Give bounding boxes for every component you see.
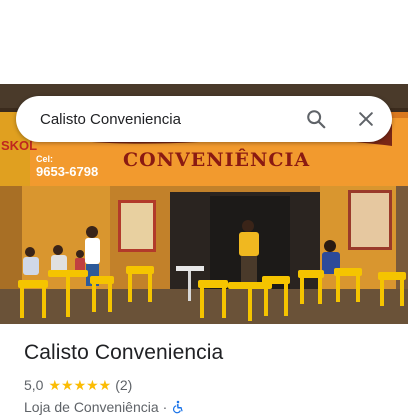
category-separator: ·: [162, 399, 168, 415]
close-icon: [359, 112, 373, 126]
rating-row[interactable]: 5,0 ★★★★★ (2): [24, 376, 132, 394]
sign-phone-label: Cel:: [36, 154, 53, 164]
rating-value: 5,0: [24, 377, 44, 393]
review-count[interactable]: (2): [115, 377, 132, 393]
top-blank-area: [0, 0, 408, 84]
place-title: Calisto Conveniencia: [24, 341, 224, 364]
search-bar[interactable]: Calisto Conveniencia: [16, 96, 392, 142]
category-row: Loja de Conveniência ·: [24, 398, 185, 416]
sign-phone-number: 9653-6798: [36, 164, 98, 179]
sign-convenience-text: CONVENIÊNCIA: [123, 148, 310, 171]
search-input[interactable]: Calisto Conveniencia: [40, 111, 298, 128]
search-icon: [307, 110, 326, 129]
place-category[interactable]: Loja de Conveniência: [24, 399, 159, 415]
search-button[interactable]: [298, 101, 334, 137]
clear-search-button[interactable]: [348, 101, 384, 137]
rating-stars: ★★★★★: [48, 376, 112, 393]
wheelchair-accessible-icon: [171, 400, 185, 414]
